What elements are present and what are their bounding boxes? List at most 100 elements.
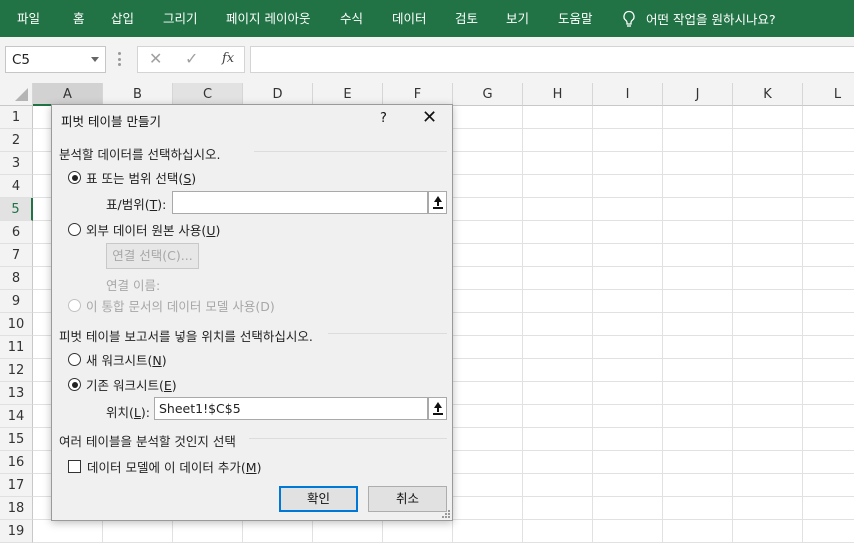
checkbox-add-to-data-model-label: 데이터 모델에 이 데이터 추가(M) [87, 460, 262, 475]
tab-draw[interactable]: 그리기 [163, 0, 198, 37]
column-header-i[interactable]: I [593, 83, 663, 106]
location-input[interactable]: Sheet1!$C$5 [154, 397, 428, 420]
section-divider [254, 151, 447, 152]
column-header-a[interactable]: A [33, 83, 103, 106]
radio-unselected-icon [68, 223, 81, 236]
create-pivot-table-dialog: 피벗 테이블 만들기 ? ✕ 분석할 데이터를 선택하십시오. 표 또는 범위 … [51, 104, 453, 521]
help-icon[interactable]: ? [380, 111, 387, 126]
radio-table-or-range[interactable]: 표 또는 범위 선택(S) [68, 168, 196, 187]
insert-function-icon[interactable]: fx [222, 51, 234, 66]
row-header-16[interactable]: 16 [0, 451, 33, 474]
lightbulb-icon [623, 10, 635, 27]
row-header-12[interactable]: 12 [0, 359, 33, 382]
column-header-j[interactable]: J [663, 83, 733, 106]
tab-review[interactable]: 검토 [455, 0, 478, 37]
radio-new-worksheet[interactable]: 새 워크시트(N) [68, 350, 167, 369]
column-header-k[interactable]: K [733, 83, 803, 106]
section-data-source: 분석할 데이터를 선택하십시오. [59, 147, 221, 162]
row-header-6[interactable]: 6 [0, 221, 33, 244]
tab-page-layout[interactable]: 페이지 레이아웃 [226, 0, 310, 37]
select-all-corner[interactable] [0, 83, 33, 106]
gridline-vertical [802, 106, 803, 543]
row-header-13[interactable]: 13 [0, 382, 33, 405]
row-header-19[interactable]: 19 [0, 520, 33, 543]
row-header-18[interactable]: 18 [0, 497, 33, 520]
name-box-value: C5 [12, 52, 31, 68]
ok-button[interactable]: 확인 [279, 486, 358, 512]
column-header-h[interactable]: H [523, 83, 593, 106]
row-header-4[interactable]: 4 [0, 175, 33, 198]
radio-disabled-icon [68, 299, 81, 312]
row-header-7[interactable]: 7 [0, 244, 33, 267]
row-header-11[interactable]: 11 [0, 336, 33, 359]
row-header-2[interactable]: 2 [0, 129, 33, 152]
formula-buttons: ✕ ✓ fx [137, 46, 245, 73]
row-header-8[interactable]: 8 [0, 267, 33, 290]
tab-view[interactable]: 보기 [506, 0, 529, 37]
radio-new-worksheet-label: 새 워크시트(N) [86, 353, 167, 368]
column-header-f[interactable]: F [383, 83, 453, 106]
tab-data[interactable]: 데이터 [392, 0, 427, 37]
radio-existing-worksheet[interactable]: 기존 워크시트(E) [68, 375, 177, 394]
name-box[interactable]: C5 [5, 46, 106, 73]
collapse-dialog-button[interactable] [428, 397, 447, 420]
row-header-14[interactable]: 14 [0, 405, 33, 428]
radio-table-or-range-label: 표 또는 범위 선택(S) [86, 171, 197, 186]
tell-me-search[interactable]: 어떤 작업을 원하시나요? [622, 0, 776, 37]
check-icon[interactable]: ✓ [185, 49, 198, 68]
row-header-15[interactable]: 15 [0, 428, 33, 451]
radio-existing-worksheet-label: 기존 워크시트(E) [86, 378, 177, 393]
radio-data-model-label: 이 통합 문서의 데이터 모델 사용(D) [86, 299, 275, 314]
checkbox-add-to-data-model[interactable]: 데이터 모델에 이 데이터 추가(M) [68, 457, 261, 476]
radio-external-source-label: 외부 데이터 원본 사용(U) [86, 223, 221, 238]
column-header-b[interactable]: B [103, 83, 173, 106]
gridline-vertical [522, 106, 523, 543]
select-all-triangle-icon [15, 88, 28, 101]
radio-unselected-icon [68, 353, 81, 366]
collapse-dialog-button[interactable] [428, 191, 447, 214]
column-header-e[interactable]: E [313, 83, 383, 106]
cancel-button[interactable]: 취소 [368, 486, 447, 512]
row-header-3[interactable]: 3 [0, 152, 33, 175]
formula-bar: C5 ✕ ✓ fx [0, 37, 854, 83]
chevron-down-icon[interactable] [91, 57, 99, 62]
column-header-c[interactable]: C [173, 83, 243, 106]
location-label: 위치(L): [106, 405, 150, 420]
section-divider [249, 438, 447, 439]
formula-input[interactable] [250, 46, 854, 73]
gridline-vertical [662, 106, 663, 543]
tab-formulas[interactable]: 수식 [340, 0, 363, 37]
row-header-5[interactable]: 5 [0, 198, 33, 221]
dialog-title: 피벗 테이블 만들기 [61, 114, 161, 129]
gridline-vertical [592, 106, 593, 543]
connection-name-label: 연결 이름: [106, 278, 161, 293]
column-header-d[interactable]: D [243, 83, 313, 106]
row-header-9[interactable]: 9 [0, 290, 33, 313]
choose-connection-button[interactable]: 연결 선택(C)... [106, 243, 199, 269]
drag-handle-icon[interactable] [118, 52, 122, 66]
row-header-17[interactable]: 17 [0, 474, 33, 497]
radio-selected-icon [68, 171, 81, 184]
tab-file[interactable]: 파일 [17, 0, 40, 37]
tab-help[interactable]: 도움말 [558, 0, 593, 37]
row-header-1[interactable]: 1 [0, 106, 33, 129]
checkbox-unchecked-icon [68, 460, 81, 473]
tab-home[interactable]: 홈 [73, 0, 85, 37]
cancel-x-icon[interactable]: ✕ [149, 49, 162, 68]
radio-external-source[interactable]: 외부 데이터 원본 사용(U) [68, 220, 220, 239]
column-header-g[interactable]: G [453, 83, 523, 106]
range-input[interactable] [172, 191, 428, 214]
radio-data-model[interactable]: 이 통합 문서의 데이터 모델 사용(D) [68, 296, 275, 315]
column-header-l[interactable]: L [803, 83, 854, 106]
resize-grip-icon[interactable] [442, 510, 450, 518]
close-icon[interactable]: ✕ [422, 107, 437, 128]
section-divider [328, 333, 447, 334]
section-location: 피벗 테이블 보고서를 넣을 위치를 선택하십시오. [59, 329, 313, 344]
row-header-10[interactable]: 10 [0, 313, 33, 336]
tell-me-text: 어떤 작업을 원하시나요? [646, 12, 776, 27]
radio-selected-icon [68, 378, 81, 391]
gridline-vertical [732, 106, 733, 543]
ribbon-tab-bar: 파일 홈 삽입 그리기 페이지 레이아웃 수식 데이터 검토 보기 도움말 어떤… [0, 0, 854, 37]
tab-insert[interactable]: 삽입 [111, 0, 134, 37]
range-label: 표/범위(T): [106, 197, 167, 212]
